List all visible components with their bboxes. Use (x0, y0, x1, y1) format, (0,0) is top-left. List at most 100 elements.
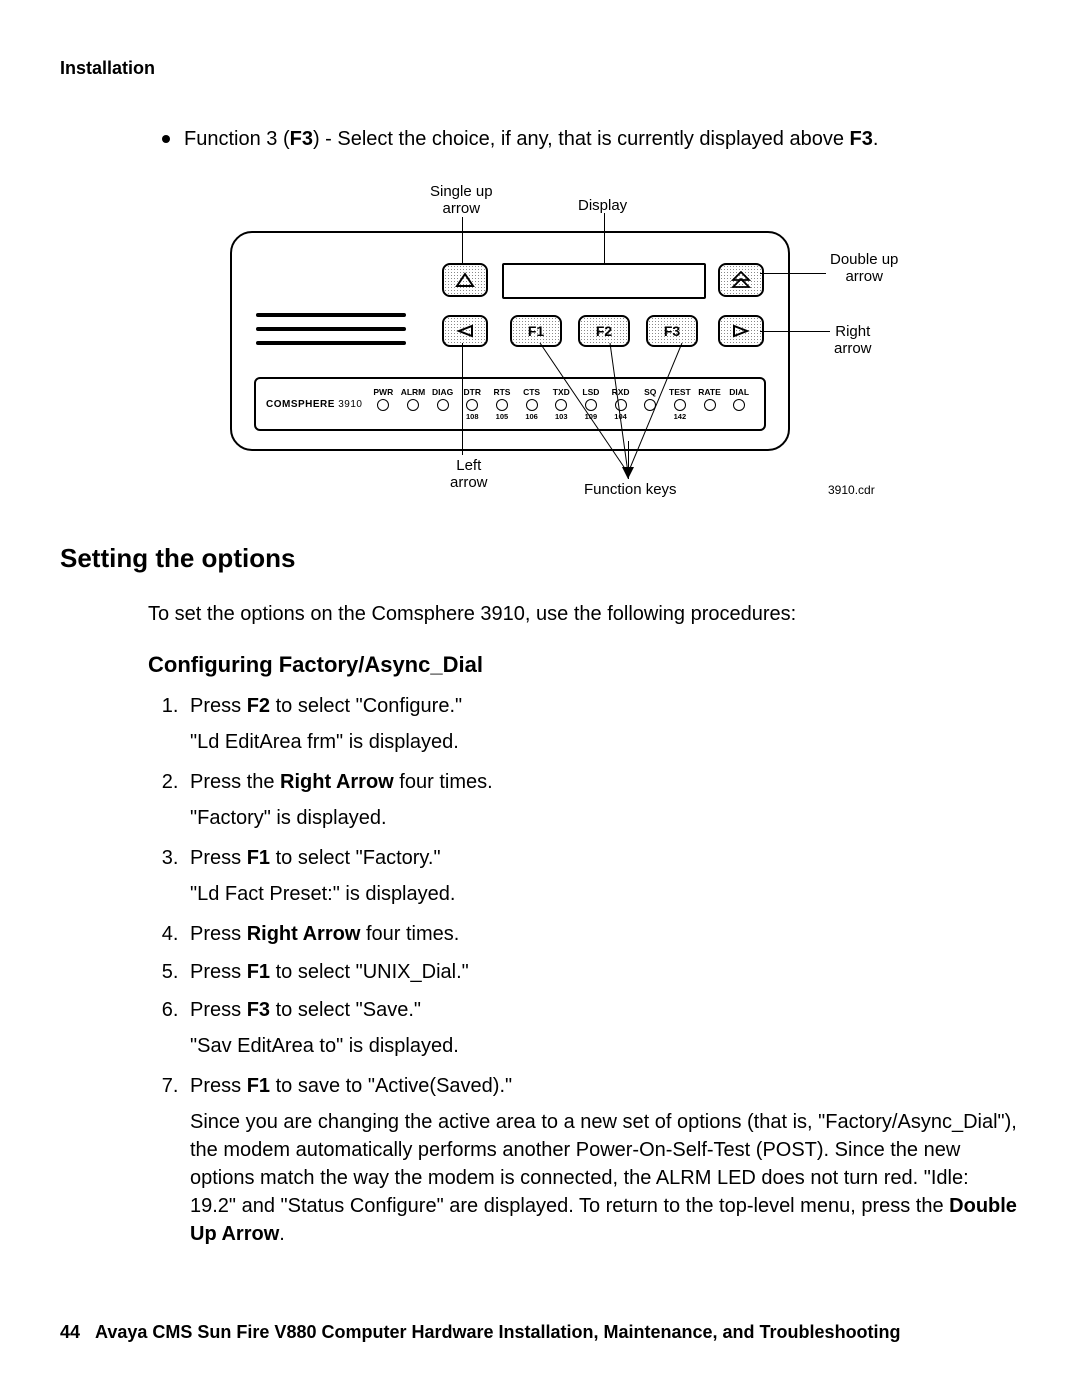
text: Press (190, 999, 247, 1021)
device-body: F1 F2 F3 COMSPHERE 3910 PWRALRMDIAGDTR10… (230, 231, 790, 451)
text: Press (190, 847, 247, 869)
bold: F3 (290, 128, 313, 150)
led-indicator: CTS 106 (517, 388, 547, 421)
led-indicator: DTR 108 (457, 388, 487, 421)
page: Installation Function 3 (F3) - Select th… (0, 0, 1080, 1397)
led-label: DIAL (724, 388, 754, 397)
led-dot-icon (496, 399, 508, 411)
text: ) - Select the choice, if any, that is c… (313, 128, 850, 150)
ridge (256, 341, 406, 345)
label: F1 (528, 323, 544, 339)
text: to select "Factory." (270, 847, 441, 869)
led-sublabel: 104 (606, 413, 636, 421)
led-sublabel: 106 (517, 413, 547, 421)
double-triangle-up-icon (730, 271, 752, 289)
led-sublabel: 108 (457, 413, 487, 421)
text: Since you are changing the active area t… (190, 1111, 1017, 1217)
text: . (279, 1223, 285, 1245)
led-indicator: TEST142 (665, 388, 695, 421)
triangle-left-icon (456, 324, 474, 338)
double-up-button[interactable] (718, 263, 764, 297)
text: . (873, 128, 879, 150)
page-footer: 44 Avaya CMS Sun Fire V880 Computer Hard… (60, 1322, 901, 1343)
led-dot-icon (644, 399, 656, 411)
led-dot-icon (526, 399, 538, 411)
footer-title: Avaya CMS Sun Fire V880 Computer Hardwar… (95, 1322, 901, 1342)
led-dot-icon (407, 399, 419, 411)
right-arrow-button[interactable] (718, 315, 764, 347)
led-label: ALRM (398, 388, 428, 397)
led-dot-icon (733, 399, 745, 411)
led-label: DIAG (428, 388, 458, 397)
list-item: Press F1 to select "UNIX_Dial." (184, 958, 1020, 986)
list-item: Press F1 to select "Factory." "Ld Fact P… (184, 844, 1020, 908)
triangle-right-icon (732, 324, 750, 338)
text: Press (190, 695, 247, 717)
label: F3 (664, 323, 680, 339)
callout-left-arrow: Left arrow (450, 457, 488, 492)
triangle-up-icon (455, 272, 475, 288)
text: to select "Configure." (270, 695, 462, 717)
led-row: COMSPHERE 3910 PWRALRMDIAGDTR108RTS105CT… (254, 377, 766, 431)
result-text: "Factory" is displayed. (190, 804, 1020, 832)
led-label: TXD (546, 388, 576, 397)
text: Function 3 ( (184, 128, 290, 150)
led-indicator: RXD 104 (606, 388, 636, 421)
subsection-heading: Configuring Factory/Async_Dial (148, 652, 1020, 678)
callout-single-up: Single up arrow (430, 183, 493, 218)
callout-function-keys: Function keys (584, 481, 677, 498)
led-dot-icon (555, 399, 567, 411)
led-dot-icon (585, 399, 597, 411)
led-label: SQ (635, 388, 665, 397)
ridge (256, 327, 406, 331)
paragraph: To set the options on the Comsphere 3910… (148, 600, 1020, 628)
led-sublabel: 109 (576, 413, 606, 421)
bold: F1 (247, 961, 270, 983)
bold: F1 (247, 1075, 270, 1097)
bullet-item: Function 3 (F3) - Select the choice, if … (162, 125, 1020, 153)
figure-filename: 3910.cdr (828, 483, 875, 497)
callout-double-up: Double up arrow (830, 251, 898, 286)
led-indicator: ALRM (398, 388, 428, 421)
led-dot-icon (466, 399, 478, 411)
text: Press (190, 923, 247, 945)
f3-button[interactable]: F3 (646, 315, 698, 347)
led-dot-icon (437, 399, 449, 411)
text: Press (190, 1075, 247, 1097)
result-text: "Sav EditArea to" is displayed. (190, 1032, 1020, 1060)
bold: Right Arrow (280, 771, 394, 793)
text: four times. (360, 923, 459, 945)
list-item: Press F1 to save to "Active(Saved)." Sin… (184, 1072, 1020, 1248)
text: COMSPHERE (266, 399, 335, 410)
lcd-display (502, 263, 706, 299)
text: to select "Save." (270, 999, 421, 1021)
bullet-text: Function 3 (F3) - Select the choice, if … (184, 125, 878, 153)
f1-button[interactable]: F1 (510, 315, 562, 347)
bold: F1 (247, 847, 270, 869)
result-text: "Ld EditArea frm" is displayed. (190, 728, 1020, 756)
led-indicator: RATE (695, 388, 725, 421)
bold: Right Arrow (247, 923, 361, 945)
f2-button[interactable]: F2 (578, 315, 630, 347)
text: to select "UNIX_Dial." (270, 961, 469, 983)
led-indicator: DIAL (724, 388, 754, 421)
led-dot-icon (704, 399, 716, 411)
procedure-list: Press F2 to select "Configure." "Ld Edit… (148, 692, 1020, 1248)
list-item: Press F2 to select "Configure." "Ld Edit… (184, 692, 1020, 756)
single-up-button[interactable] (442, 263, 488, 297)
led-sublabel: 142 (665, 413, 695, 421)
text: four times. (394, 771, 493, 793)
text: to save to "Active(Saved)." (270, 1075, 512, 1097)
led-dot-icon (615, 399, 627, 411)
led-label: LSD (576, 388, 606, 397)
led-label: CTS (517, 388, 547, 397)
led-indicator: SQ (635, 388, 665, 421)
led-label: PWR (368, 388, 398, 397)
led-label: DTR (457, 388, 487, 397)
bullet-icon (162, 135, 170, 143)
led-label: RXD (606, 388, 636, 397)
result-text: "Ld Fact Preset:" is displayed. (190, 880, 1020, 908)
callout-right-arrow: Right arrow (834, 323, 872, 358)
left-arrow-button[interactable] (442, 315, 488, 347)
led-container: PWRALRMDIAGDTR108RTS105CTS106TXD103LSD10… (368, 388, 754, 421)
